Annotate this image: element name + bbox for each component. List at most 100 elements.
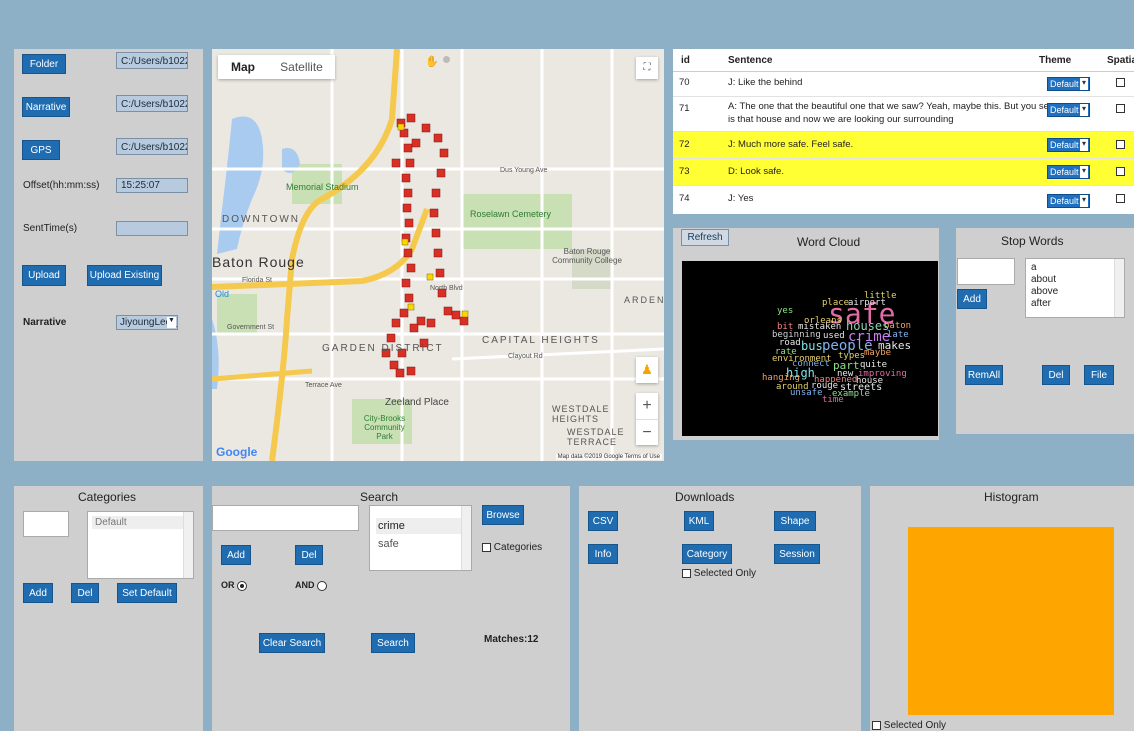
categories-list[interactable]: Default [87, 511, 194, 579]
stop-word-add-button[interactable]: Add [957, 289, 987, 309]
zoom-in-button[interactable]: + [636, 393, 658, 420]
word: place [822, 298, 850, 308]
offset-label: Offset(hh:mm:ss) [23, 180, 100, 191]
categories-checkbox-row[interactable]: Categories [482, 542, 542, 553]
senttime-field[interactable] [116, 221, 188, 236]
and-option[interactable]: AND [295, 580, 328, 591]
list-item[interactable]: above [1031, 286, 1119, 298]
row-id: 71 [679, 103, 690, 114]
or-label: OR [221, 580, 235, 590]
search-title: Search [360, 490, 399, 504]
remall-button[interactable]: RemAll [965, 365, 1003, 385]
list-item[interactable]: crime [376, 518, 465, 534]
search-terms-list[interactable]: crime safe [369, 505, 472, 571]
refresh-button[interactable]: Refresh [681, 229, 729, 246]
gps-path-field[interactable]: C:/Users/b102215 [116, 138, 188, 155]
narrative-button[interactable]: Narrative [22, 97, 70, 117]
list-item[interactable]: a [1031, 262, 1119, 274]
word-cloud-title: Word Cloud [797, 235, 861, 249]
scrollbar[interactable] [1114, 259, 1124, 317]
map-view[interactable]: DOWNTOWN Baton Rouge Memorial Stadium Ro… [212, 49, 664, 461]
folder-button[interactable]: Folder [22, 54, 66, 74]
stop-word-input[interactable] [957, 258, 1015, 285]
csv-button[interactable]: CSV [588, 511, 618, 531]
theme-select[interactable]: Default [1047, 165, 1090, 179]
search-input[interactable] [212, 505, 359, 531]
scrollbar[interactable] [461, 506, 471, 570]
table-row[interactable]: 71 A: The one that the beautiful one tha… [673, 97, 1134, 132]
theme-select[interactable]: Default [1047, 103, 1090, 117]
table-row[interactable]: 74 J: Yes Default [673, 186, 1134, 214]
narrative-select[interactable]: JiyoungLee_ ▼ [116, 315, 178, 330]
or-radio[interactable] [237, 580, 248, 591]
session-button[interactable]: Session [774, 544, 820, 564]
row-sentence: J: Much more safe. Feel safe. [728, 139, 854, 150]
fullscreen-icon[interactable]: ⛶ [636, 57, 658, 79]
narrative-path-field[interactable]: C:/Users/b102215 [116, 95, 188, 112]
list-item[interactable]: Default [92, 516, 189, 529]
selected-only-label: Selected Only [693, 568, 757, 579]
spatial-checkbox[interactable] [1116, 78, 1125, 87]
or-option[interactable]: OR [221, 580, 248, 591]
kml-button[interactable]: KML [684, 511, 714, 531]
category-button[interactable]: Category [682, 544, 732, 564]
search-add-button[interactable]: Add [221, 545, 251, 565]
selected-only-row[interactable]: Selected Only [682, 568, 756, 579]
category-del-button[interactable]: Del [71, 583, 99, 603]
shape-button[interactable]: Shape [774, 511, 816, 531]
word: houses [846, 319, 890, 333]
map-label-westdale-terrace: WESTDALE TERRACE [567, 427, 625, 447]
stop-word-file-button[interactable]: File [1084, 365, 1114, 385]
category-add-button[interactable]: Add [23, 583, 53, 603]
row-sentence: J: Yes [728, 193, 754, 204]
spatial-checkbox[interactable] [1116, 140, 1125, 149]
upload-existing-button[interactable]: Upload Existing [87, 265, 162, 286]
circle-icon[interactable] [443, 56, 450, 63]
list-item[interactable]: safe [376, 534, 465, 554]
category-input[interactable] [23, 511, 69, 537]
hand-icon[interactable]: ✋ [425, 55, 439, 68]
categories-panel: Categories Default Add Del Set Default [14, 486, 203, 731]
info-button[interactable]: Info [588, 544, 618, 564]
and-radio[interactable] [317, 580, 328, 591]
histogram-selected-only-checkbox[interactable] [872, 720, 881, 730]
set-default-button[interactable]: Set Default [117, 583, 177, 603]
tab-map[interactable]: Map [218, 55, 268, 79]
spatial-checkbox[interactable] [1116, 194, 1125, 203]
map-label-brcc: Baton Rouge Community College [552, 247, 622, 265]
table-row[interactable]: 70 J: Like the behind Default [673, 72, 1134, 97]
spatial-checkbox[interactable] [1116, 167, 1125, 176]
zoom-out-button[interactable]: − [636, 420, 658, 445]
upload-button[interactable]: Upload [22, 265, 66, 286]
table-row[interactable]: 72 J: Much more safe. Feel safe. Default [673, 132, 1134, 159]
table-row[interactable]: 73 D: Look safe. Default [673, 159, 1134, 186]
radio-dot [240, 583, 245, 588]
folder-path-field[interactable]: C:/Users/b102215 [116, 52, 188, 69]
categories-checkbox[interactable] [482, 542, 491, 552]
selected-only-checkbox[interactable] [682, 568, 691, 578]
scrollbar[interactable] [183, 512, 193, 578]
histogram-selected-only-row[interactable]: Selected Only [872, 720, 946, 731]
spatial-checkbox[interactable] [1116, 104, 1125, 113]
histogram-title: Histogram [984, 490, 1039, 504]
map-label-westdale-heights: WESTDALE HEIGHTS [552, 404, 610, 424]
browse-button[interactable]: Browse [482, 505, 524, 525]
map-label-florida-st: Florida St [242, 277, 272, 284]
theme-select[interactable]: Default [1047, 138, 1090, 152]
search-del-button[interactable]: Del [295, 545, 323, 565]
list-item[interactable]: about [1031, 274, 1119, 286]
tab-satellite[interactable]: Satellite [268, 55, 335, 79]
theme-select[interactable]: Default [1047, 77, 1090, 91]
theme-select[interactable]: Default [1047, 194, 1090, 208]
list-item[interactable]: after [1031, 298, 1119, 310]
sentence-table: id Sentence Theme Spatial 70 J: Like the… [673, 49, 1134, 214]
clear-search-button[interactable]: Clear Search [259, 633, 325, 653]
stop-word-del-button[interactable]: Del [1042, 365, 1070, 385]
search-button[interactable]: Search [371, 633, 415, 653]
pegman-icon[interactable]: ♟ [636, 357, 658, 383]
map-type-control: Map Satellite [218, 55, 335, 79]
gps-button[interactable]: GPS [22, 140, 60, 160]
map-label-clayout-rd: Clayout Rd [508, 353, 543, 360]
offset-field[interactable]: 15:25:07 [116, 178, 188, 193]
stop-words-list[interactable]: a about above after [1025, 258, 1125, 318]
